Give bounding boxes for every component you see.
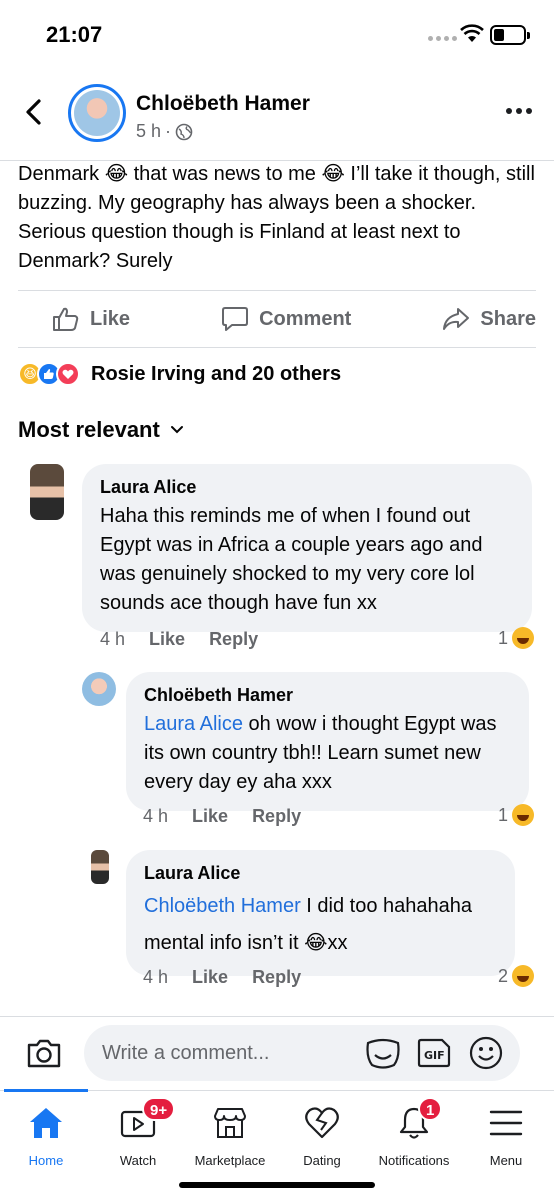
menu-icon [489,1110,523,1136]
comment-like-button[interactable]: Like [192,967,228,988]
comment-text: Chloëbeth Hamer I did too hahahaha menta… [144,895,473,954]
comment-reply-button[interactable]: Reply [252,806,301,827]
globe-icon [175,123,193,140]
comment-like-button[interactable]: Like [192,806,228,827]
comment-reactions[interactable]: 1 [498,804,535,826]
post-text: Denmark 😂 that was news to me 😂 I’ll tak… [18,163,535,272]
reactions-text: Rosie Irving and 20 others [91,362,342,385]
author-avatar[interactable] [68,84,126,142]
commenter-name[interactable]: Chloëbeth Hamer [144,684,511,706]
tab-label: Marketplace [194,1153,266,1168]
svg-text:GIF: GIF [424,1049,445,1062]
gif-icon[interactable]: GIF [416,1037,452,1069]
camera-icon[interactable] [26,1037,62,1069]
signal-icon [428,36,457,41]
reaction-icons: 😆 [18,362,80,386]
share-button[interactable]: Share [442,306,536,332]
status-time: 21:07 [46,22,103,47]
reactions-summary[interactable]: 😆 Rosie Irving and 20 others [18,362,341,386]
like-button[interactable]: Like [52,306,130,332]
comment-reactions[interactable]: 2 [498,965,535,987]
battery-icon [490,25,530,45]
tab-watch[interactable]: 9+ Watch [92,1097,184,1168]
tab-label: Home [28,1153,64,1168]
home-icon [30,1108,62,1138]
commenter-name[interactable]: Laura Alice [144,862,497,884]
commenter-avatar[interactable] [91,850,109,884]
comment-icon [222,307,249,331]
emoji-icon[interactable] [468,1035,504,1071]
haha-reaction-icon [512,627,535,649]
back-button[interactable] [18,96,50,128]
comment-text: Haha this reminds me of when I found out… [100,505,483,614]
tab-dating[interactable]: Dating [276,1103,368,1168]
comment-reaction-count: 1 [498,627,509,648]
comment-mention[interactable]: Chloëbeth Hamer [144,895,301,917]
comment-label: Comment [259,307,352,330]
post-meta: 5 h · [136,121,193,142]
comment-reply-button[interactable]: Reply [252,967,301,988]
comment-mention[interactable]: Laura Alice [144,713,243,735]
more-options-button[interactable] [506,108,532,114]
tab-notifications[interactable]: 1 Notifications [368,1097,460,1168]
status-bar: 21:07 [0,0,554,70]
sticker-icon[interactable] [364,1035,402,1071]
bottom-tab-bar: Home 9+ Watch Marketplace Dating 1 Notif… [0,1089,554,1200]
author-name[interactable]: Chloëbeth Hamer [136,92,310,116]
notifications-badge: 1 [418,1097,443,1121]
haha-reaction-icon [512,804,535,826]
commenter-name[interactable]: Laura Alice [100,476,514,498]
comment-text: Laura Alice oh wow i thought Egypt was i… [144,713,497,793]
post-actions: Like Comment Share [18,290,536,348]
love-reaction-icon [56,362,80,386]
commenter-avatar[interactable] [30,464,64,520]
comment-reply-button[interactable]: Reply [209,629,258,650]
chevron-down-icon [170,426,183,434]
tab-marketplace[interactable]: Marketplace [184,1103,276,1168]
active-tab-indicator [4,1089,88,1092]
post-header: Chloëbeth Hamer 5 h · [0,78,554,158]
comment-time: 4 h [143,806,169,826]
tab-menu[interactable]: Menu [460,1103,552,1168]
comment-like-button[interactable]: Like [149,629,185,650]
comment-time: 4 h [100,629,126,649]
sort-label: Most relevant [18,417,160,442]
comment-reaction-count: 1 [498,804,509,825]
watch-badge: 9+ [142,1097,176,1121]
tab-label: Menu [489,1153,523,1168]
tab-home[interactable]: Home [0,1103,92,1168]
comment-input[interactable] [84,1025,520,1081]
tab-label: Watch [119,1153,157,1168]
tab-label: Notifications [378,1153,450,1168]
like-label: Like [90,307,131,330]
comment-meta: 4 h Like Reply [143,806,301,827]
dating-heart-icon [305,1107,339,1139]
comment-button[interactable]: Comment [221,306,351,332]
comment-reaction-count: 2 [498,965,509,986]
meta-dot: · [165,121,172,141]
comment-meta: 4 h Like Reply [100,629,258,650]
comment-bubble[interactable]: Laura Alice Chloëbeth Hamer I did too ha… [126,850,515,976]
comment-composer: GIF [0,1016,554,1090]
marketplace-icon [214,1108,246,1138]
comment-time: 4 h [143,967,169,987]
comment-reactions[interactable]: 1 [498,627,535,649]
thumbs-up-icon [53,307,79,331]
wifi-icon [460,24,484,42]
tab-label: Dating [303,1153,341,1168]
share-label: Share [480,307,536,330]
comment-bubble[interactable]: Chloëbeth Hamer Laura Alice oh wow i tho… [126,672,529,811]
comment-sort-dropdown[interactable]: Most relevant [18,417,184,443]
home-indicator [179,1182,375,1188]
haha-reaction-icon [512,965,535,987]
share-icon [443,308,470,330]
comment-bubble[interactable]: Laura Alice Haha this reminds me of when… [82,464,532,632]
commenter-avatar[interactable] [82,672,116,706]
post-time: 5 h [136,121,162,141]
comment-meta: 4 h Like Reply [143,967,301,988]
